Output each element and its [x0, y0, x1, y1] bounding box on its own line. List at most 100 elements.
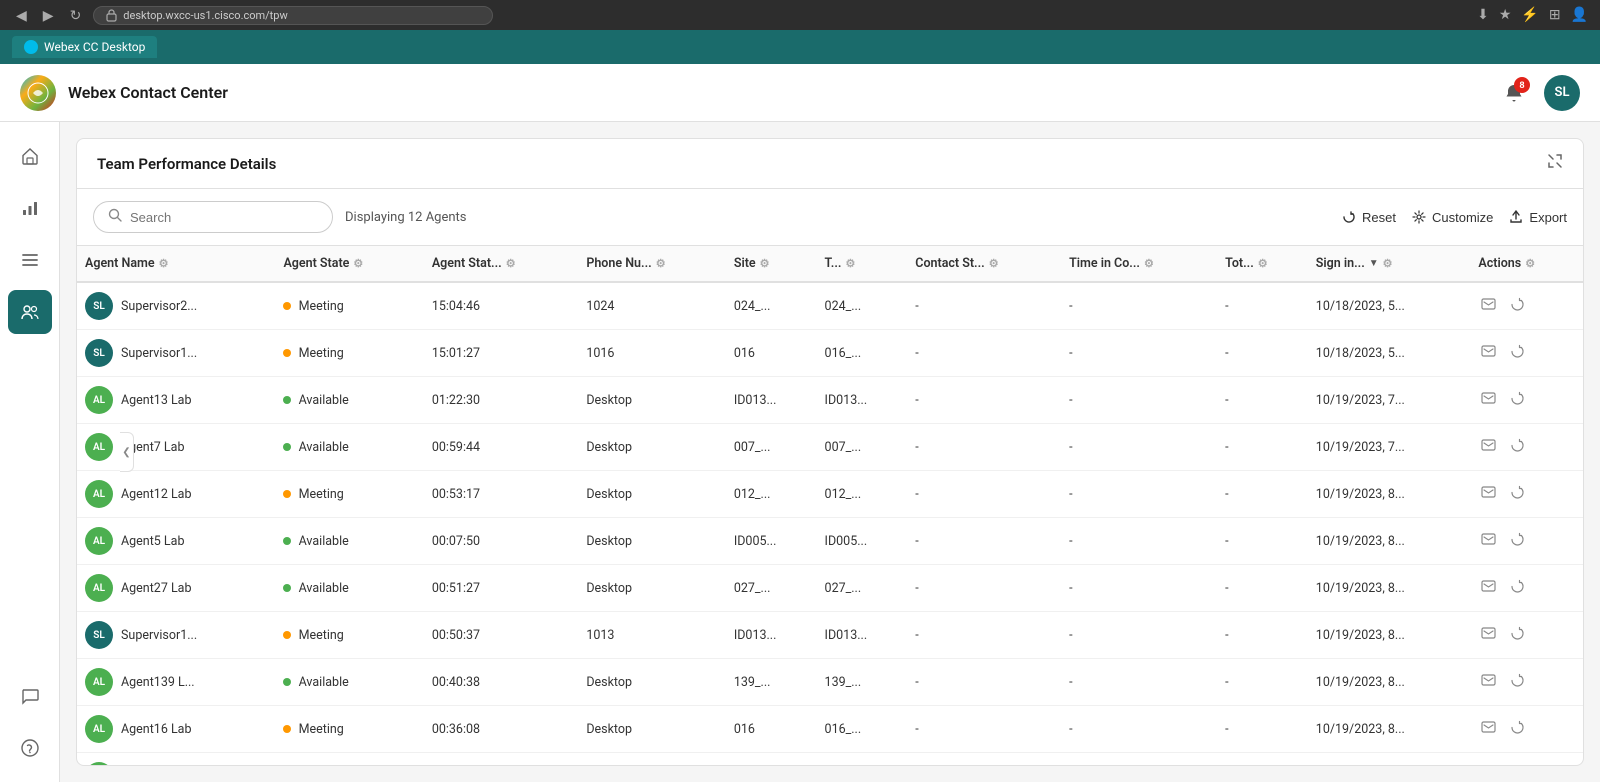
- reload-button-4[interactable]: [1507, 482, 1528, 506]
- customize-button[interactable]: Customize: [1412, 210, 1493, 225]
- reload-button-5[interactable]: [1507, 529, 1528, 553]
- message-icon: [1481, 391, 1496, 406]
- notification-button[interactable]: 8: [1496, 75, 1532, 111]
- th-tot[interactable]: Tot... ⚙: [1217, 246, 1308, 282]
- send-message-button-4[interactable]: [1478, 482, 1499, 506]
- th-site-settings[interactable]: ⚙: [760, 257, 770, 270]
- app-logo: [20, 75, 56, 111]
- table-row: AL Agent7 Lab Available 00:59:44 Desktop…: [77, 424, 1583, 471]
- th-phone-nu-settings[interactable]: ⚙: [656, 257, 666, 270]
- send-message-button-1[interactable]: [1478, 341, 1499, 365]
- th-tot-settings[interactable]: ⚙: [1258, 257, 1268, 270]
- team-icon: [20, 302, 40, 322]
- expand-icon: [1547, 153, 1563, 169]
- table-row: AL Agent4 Lab Available 00:30:13 Desktop…: [77, 753, 1583, 766]
- send-message-button-7[interactable]: [1478, 623, 1499, 647]
- th-time-in-co[interactable]: Time in Co... ⚙: [1061, 246, 1217, 282]
- cell-t-1: 016_...: [817, 330, 908, 377]
- th-agent-name-settings[interactable]: ⚙: [159, 257, 169, 270]
- state-dot-0: [283, 302, 291, 310]
- send-message-button-5[interactable]: [1478, 529, 1499, 553]
- cell-sign-in-9: 10/19/2023, 8...: [1308, 706, 1471, 753]
- tab-label: Webex CC Desktop: [44, 40, 145, 54]
- send-message-button-0[interactable]: [1478, 294, 1499, 318]
- reload-button-6[interactable]: [1507, 576, 1528, 600]
- send-message-button-8[interactable]: [1478, 670, 1499, 694]
- reload-button-3[interactable]: [1507, 435, 1528, 459]
- send-message-button-6[interactable]: [1478, 576, 1499, 600]
- reset-label: Reset: [1362, 210, 1396, 225]
- search-input[interactable]: [130, 210, 318, 225]
- th-site[interactable]: Site ⚙: [726, 246, 817, 282]
- th-agent-state-label: Agent State: [283, 256, 349, 271]
- th-agent-stat-settings[interactable]: ⚙: [506, 257, 516, 270]
- th-t-settings[interactable]: ⚙: [845, 257, 855, 270]
- reload-button-7[interactable]: [1507, 623, 1528, 647]
- sidebar-item-help[interactable]: [8, 726, 52, 770]
- agent-state-text-6: Available: [299, 581, 349, 596]
- cell-agent-state-9: Meeting: [275, 706, 423, 753]
- th-phone-nu[interactable]: Phone Nu... ⚙: [578, 246, 726, 282]
- th-contact-st[interactable]: Contact St... ⚙: [907, 246, 1061, 282]
- forward-button[interactable]: ▶: [39, 5, 58, 26]
- customize-icon: [1412, 210, 1426, 224]
- th-agent-name[interactable]: Agent Name ⚙: [77, 246, 275, 282]
- sidebar-item-team-performance[interactable]: [8, 290, 52, 334]
- send-message-button-9[interactable]: [1478, 717, 1499, 741]
- cell-agent-stat-4: 00:53:17: [424, 471, 578, 518]
- th-actions[interactable]: Actions ⚙: [1470, 246, 1583, 282]
- collapse-sidebar-button[interactable]: ❮: [120, 432, 134, 472]
- th-agent-stat[interactable]: Agent Stat... ⚙: [424, 246, 578, 282]
- th-time-in-co-settings[interactable]: ⚙: [1144, 257, 1154, 270]
- cell-actions-10: [1470, 753, 1583, 766]
- tab-icon: [24, 40, 38, 54]
- back-button[interactable]: ◀: [12, 5, 31, 26]
- reload-button-0[interactable]: [1507, 294, 1528, 318]
- send-message-button-2[interactable]: [1478, 388, 1499, 412]
- th-sign-in[interactable]: Sign in... ▼ ⚙: [1308, 246, 1471, 282]
- cell-contact-st-4: -: [907, 471, 1061, 518]
- send-message-button-3[interactable]: [1478, 435, 1499, 459]
- reload-button-8[interactable]: [1507, 670, 1528, 694]
- agent-state-text-9: Meeting: [299, 722, 344, 737]
- agent-avatar-8: AL: [85, 668, 113, 696]
- th-agent-state-settings[interactable]: ⚙: [353, 257, 363, 270]
- th-agent-stat-label: Agent Stat...: [432, 256, 502, 271]
- th-contact-st-settings[interactable]: ⚙: [989, 257, 999, 270]
- cell-contact-st-6: -: [907, 565, 1061, 612]
- sidebar-item-chat[interactable]: [8, 674, 52, 718]
- reload-button-1[interactable]: [1507, 341, 1528, 365]
- export-label: Export: [1529, 210, 1567, 225]
- user-avatar[interactable]: SL: [1544, 75, 1580, 111]
- cell-agent-stat-10: 00:30:13: [424, 753, 578, 766]
- reload-button-2[interactable]: [1507, 388, 1528, 412]
- sidebar-item-analytics[interactable]: [8, 186, 52, 230]
- send-message-button-10[interactable]: [1478, 764, 1499, 765]
- refresh-button[interactable]: ↻: [66, 5, 86, 26]
- th-sign-in-settings[interactable]: ⚙: [1383, 257, 1393, 270]
- expand-panel-button[interactable]: [1547, 153, 1563, 174]
- url-bar[interactable]: desktop.wxcc-us1.cisco.com/tpw: [93, 6, 493, 25]
- cell-agent-name-9: AL Agent16 Lab: [77, 706, 275, 753]
- sidebar-item-home[interactable]: [8, 134, 52, 178]
- reload-button-10[interactable]: [1507, 764, 1528, 765]
- agent-avatar-1: SL: [85, 339, 113, 367]
- reload-icon: [1510, 626, 1525, 641]
- cell-phone-nu-7: 1013: [578, 612, 726, 659]
- th-agent-state[interactable]: Agent State ⚙: [275, 246, 423, 282]
- main-layout: ❮ Team Performance Details: [0, 122, 1600, 782]
- cell-actions-7: [1470, 612, 1583, 659]
- webex-logo-icon: [27, 82, 49, 104]
- th-actions-settings[interactable]: ⚙: [1525, 257, 1535, 270]
- app-tab[interactable]: Webex CC Desktop: [12, 36, 157, 58]
- cell-agent-state-6: Available: [275, 565, 423, 612]
- search-box[interactable]: [93, 201, 333, 233]
- export-button[interactable]: Export: [1509, 210, 1567, 225]
- reload-button-9[interactable]: [1507, 717, 1528, 741]
- cell-time-in-co-5: -: [1061, 518, 1217, 565]
- browser-action-bar: ⬇★⚡⊞👤: [1477, 7, 1588, 23]
- cell-agent-name-3: AL Agent7 Lab: [77, 424, 275, 471]
- sidebar-item-menu[interactable]: [8, 238, 52, 282]
- th-t[interactable]: T... ⚙: [817, 246, 908, 282]
- reset-button[interactable]: Reset: [1342, 210, 1396, 225]
